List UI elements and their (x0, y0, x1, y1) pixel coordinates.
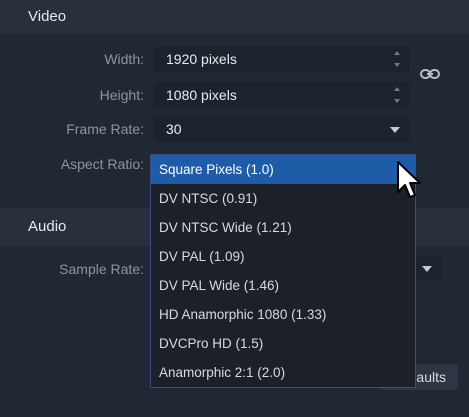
aspect-ratio-dropdown[interactable]: Square Pixels (1.0) DV NTSC (0.91) DV NT… (150, 154, 416, 388)
sample-rate-label: Sample Rate: (59, 261, 144, 277)
height-value: 1080 pixels (166, 87, 237, 103)
aspect-option-dv-ntsc-wide[interactable]: DV NTSC Wide (1.21) (151, 213, 415, 242)
aspect-option-square-pixels[interactable]: Square Pixels (1.0) (151, 155, 415, 184)
height-stepper[interactable] (394, 86, 402, 104)
height-field[interactable]: 1080 pixels (154, 82, 410, 108)
frame-rate-value: 30 (166, 121, 182, 137)
video-section-header: Video (0, 0, 469, 34)
link-icon[interactable] (420, 67, 440, 81)
width-value: 1920 pixels (166, 51, 237, 67)
chevron-down-icon (390, 127, 400, 133)
frame-rate-label: Frame Rate: (66, 121, 144, 137)
aspect-option-dv-pal[interactable]: DV PAL (1.09) (151, 242, 415, 271)
frame-rate-select[interactable]: 30 (154, 116, 410, 142)
aspect-option-anamorphic-2-1[interactable]: Anamorphic 2:1 (2.0) (151, 358, 415, 387)
width-field[interactable]: 1920 pixels (154, 46, 410, 72)
chevron-down-icon (422, 266, 432, 272)
aspect-option-dvcpro-hd[interactable]: DVCPro HD (1.5) (151, 329, 415, 358)
aspect-option-hd-anamorphic-1080[interactable]: HD Anamorphic 1080 (1.33) (151, 300, 415, 329)
width-stepper[interactable] (394, 50, 402, 68)
aspect-option-dv-ntsc[interactable]: DV NTSC (0.91) (151, 184, 415, 213)
audio-section-title: Audio (28, 218, 67, 235)
aspect-ratio-label: Aspect Ratio: (60, 156, 144, 172)
mouse-pointer-icon (397, 161, 421, 198)
video-section-title: Video (28, 8, 67, 25)
height-label: Height: (99, 87, 144, 103)
width-label: Width: (104, 51, 144, 67)
aspect-option-dv-pal-wide[interactable]: DV PAL Wide (1.46) (151, 271, 415, 300)
